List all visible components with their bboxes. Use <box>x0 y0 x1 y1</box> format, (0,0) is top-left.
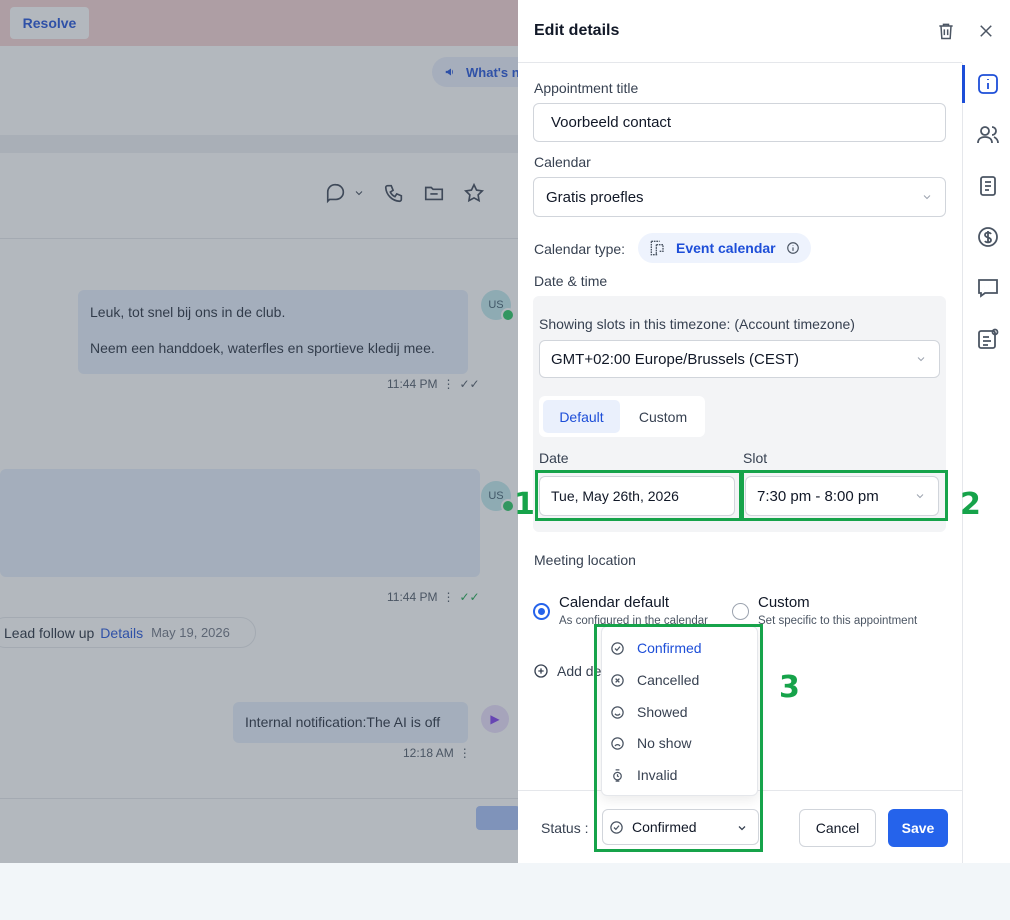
plus-circle-icon <box>534 664 548 678</box>
calendar-label: Calendar <box>534 154 591 170</box>
close-icon[interactable] <box>977 22 995 40</box>
location-option-title: Custom <box>758 594 810 611</box>
drawer-title: Edit details <box>534 22 620 39</box>
side-rail <box>962 63 1010 863</box>
active-indicator <box>962 65 965 103</box>
calendar-select[interactable]: Gratis proefles <box>533 177 946 217</box>
annotation-box-date <box>535 470 742 521</box>
info-icon[interactable] <box>976 72 1000 96</box>
users-icon[interactable] <box>976 123 1000 147</box>
location-option-title: Calendar default <box>559 594 670 611</box>
add-detail-button[interactable]: Add de <box>533 663 601 679</box>
location-custom-radio[interactable] <box>732 603 749 620</box>
trash-icon[interactable] <box>936 21 956 41</box>
appointment-title-input[interactable]: Voorbeeld contact <box>533 103 946 142</box>
calendar-type-chip: Event calendar <box>638 233 811 263</box>
calendar-type-value: Event calendar <box>676 240 776 256</box>
status-label: Status : <box>541 820 589 836</box>
annotation-number: 2 <box>960 487 981 522</box>
save-button[interactable]: Save <box>888 809 948 847</box>
tab-default[interactable]: Default <box>543 400 620 433</box>
cancel-button[interactable]: Cancel <box>799 809 876 847</box>
timezone-value: GMT+02:00 Europe/Brussels (CEST) <box>551 350 800 368</box>
chevron-down-icon <box>917 357 925 362</box>
annotation-number: 3 <box>779 670 800 705</box>
edit-details-drawer: Edit details Appointment title Voorbeeld… <box>518 0 1010 863</box>
meeting-location-label: Meeting location <box>534 552 636 568</box>
dollar-icon[interactable] <box>976 225 1000 249</box>
timezone-label: Showing slots in this timezone: (Account… <box>539 316 855 332</box>
appointment-title-label: Appointment title <box>534 80 639 96</box>
location-calendar-default-radio[interactable] <box>533 603 550 620</box>
calendar-value: Gratis proefles <box>546 188 644 206</box>
timezone-select[interactable]: GMT+02:00 Europe/Brussels (CEST) <box>539 340 940 378</box>
annotation-box-status <box>594 624 763 852</box>
date-label: Date <box>539 450 569 466</box>
slot-mode-toggle: Default Custom <box>539 396 705 437</box>
calendar-type-label: Calendar type: <box>534 241 626 257</box>
chat-icon[interactable] <box>976 276 1000 300</box>
annotation-number: 1 <box>514 487 535 522</box>
notes-icon[interactable] <box>976 174 1000 198</box>
annotation-box-slot <box>741 470 948 521</box>
tab-custom[interactable]: Custom <box>625 400 701 433</box>
date-time-label: Date & time <box>534 273 608 289</box>
task-icon[interactable] <box>976 327 1000 351</box>
chevron-down-icon <box>923 195 931 200</box>
event-calendar-icon <box>650 240 664 256</box>
slot-label: Slot <box>743 450 768 466</box>
info-circle-icon[interactable] <box>786 241 800 255</box>
drawer-header: Edit details <box>518 0 962 63</box>
location-option-sub: Set specific to this appointment <box>758 615 918 627</box>
